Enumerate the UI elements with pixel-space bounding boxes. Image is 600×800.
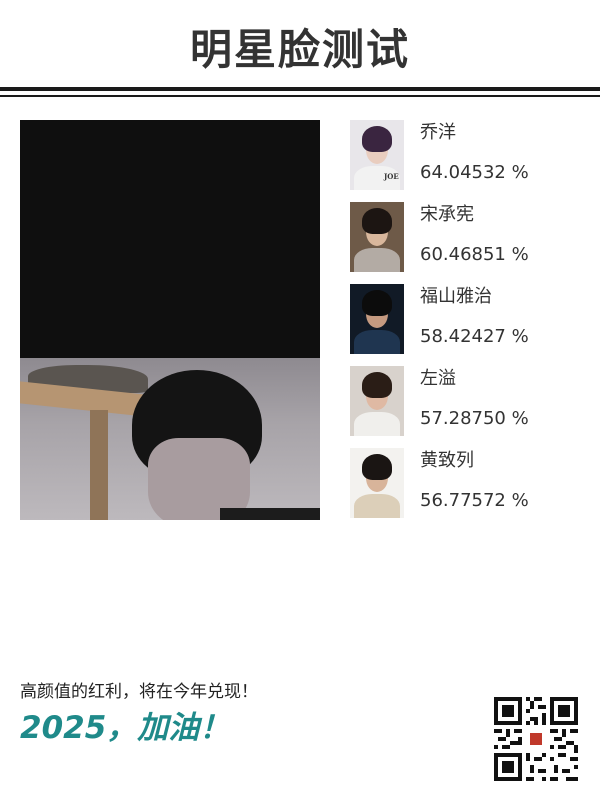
user-photo (20, 120, 320, 520)
match-avatar (350, 366, 404, 436)
match-name: 左溢 (420, 368, 456, 389)
match-item: 宋承宪 60.46851 % (350, 202, 580, 272)
match-name: 福山雅治 (420, 286, 492, 307)
match-avatar (350, 284, 404, 354)
match-results-list: JOE 乔洋 64.04532 % 宋承宪 60.46851 % 福山雅治 58… (350, 120, 580, 530)
match-name: 宋承宪 (420, 204, 474, 225)
header: 明星脸测试 (0, 0, 600, 100)
header-divider-thin (0, 95, 600, 97)
match-avatar: JOE (350, 120, 404, 190)
photo-person-shirt (220, 508, 320, 520)
match-score: 58.42427 % (420, 326, 529, 347)
match-score: 56.77572 % (420, 490, 529, 511)
match-name: 乔洋 (420, 122, 456, 143)
match-item: 黄致列 56.77572 % (350, 448, 580, 518)
slogan-text: 高颜值的红利，将在今年兑现！ (20, 682, 258, 702)
match-avatar (350, 202, 404, 272)
match-item: 左溢 57.28750 % (350, 366, 580, 436)
match-avatar (350, 448, 404, 518)
photo-dark-region (20, 120, 320, 358)
match-score: 64.04532 % (420, 162, 529, 183)
avatar-watermark: JOE (384, 172, 399, 181)
header-divider-thick (0, 87, 600, 91)
qr-code-icon (494, 697, 578, 781)
photo-shelf-leg (90, 410, 108, 520)
match-score: 60.46851 % (420, 244, 529, 265)
page-title: 明星脸测试 (189, 25, 410, 74)
match-item: JOE 乔洋 64.04532 % (350, 120, 580, 190)
match-score: 57.28750 % (420, 408, 529, 429)
cheer-text: 2025，加油！ (20, 710, 231, 746)
match-item: 福山雅治 58.42427 % (350, 284, 580, 354)
match-name: 黄致列 (420, 450, 474, 471)
